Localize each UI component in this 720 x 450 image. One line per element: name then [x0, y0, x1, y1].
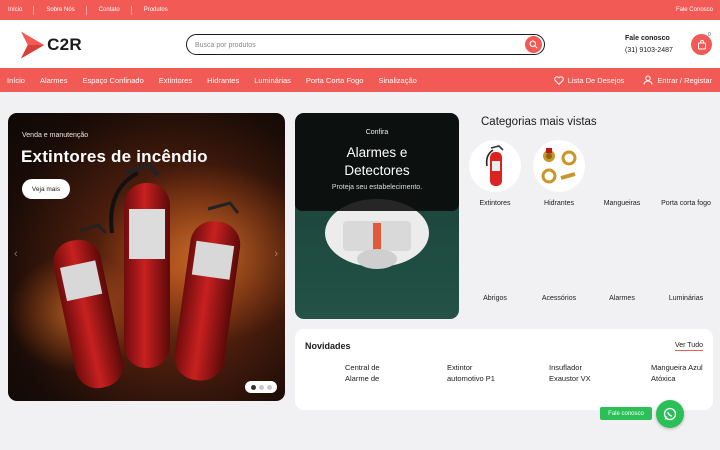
top-link-produtos[interactable]: Produtos	[140, 6, 179, 15]
nav-item-sinalizacao[interactable]: Sinalização	[378, 76, 416, 85]
nav-item-alarmes[interactable]: Alarmes	[40, 76, 68, 85]
nav-items: Início Alarmes Espaço Confinado Extintor…	[7, 68, 432, 92]
promo-alarm-card[interactable]: Confira Alarmes e Detectores Proteja seu…	[295, 113, 459, 319]
promo-subtitle: Proteja seu estabelecimento.	[331, 184, 423, 191]
search-icon	[529, 40, 538, 49]
logo-mark-icon	[20, 30, 45, 59]
whatsapp-button[interactable]	[656, 400, 684, 428]
hero-banner[interactable]: Venda e manutenção Extintores de incêndi…	[8, 113, 285, 401]
categories-title: Categorias mais vistas	[481, 116, 597, 128]
top-contact-link[interactable]: Fale Conosco	[676, 0, 713, 20]
hydrant-valve-icon	[541, 148, 577, 184]
hero-prev-arrow-icon[interactable]: ‹	[14, 248, 18, 260]
cart-count: 0	[708, 32, 711, 38]
category-abrigos[interactable]: Abrigos	[467, 235, 523, 304]
heart-icon	[553, 75, 564, 85]
hero-cta-button[interactable]: Veja mais	[22, 179, 70, 199]
header-contact: Fale conosco (31) 9103-2487	[625, 33, 673, 57]
search-button[interactable]	[525, 36, 542, 53]
category-label: Acessórios	[541, 295, 577, 302]
category-porta-corta-fogo[interactable]: Porta corta fogo	[658, 140, 714, 209]
search-input[interactable]	[195, 38, 515, 52]
category-image	[469, 140, 521, 192]
header-contact-phone[interactable]: (31) 9103-2487	[625, 45, 673, 57]
category-label: Alarmes	[609, 295, 635, 302]
category-label: Hidrantes	[544, 200, 574, 207]
category-image	[660, 140, 712, 192]
login-label: Entrar / Registar	[657, 75, 712, 85]
promo-title-line2: Detectores	[344, 163, 410, 178]
category-image	[596, 140, 648, 192]
see-all-link[interactable]: Ver Tudo	[674, 342, 703, 351]
news-title: Novidades	[305, 341, 351, 351]
news-section: Novidades Ver Tudo Central de Alarme de …	[295, 329, 713, 410]
category-label: Mangueiras	[603, 200, 641, 207]
nav-item-luminarias[interactable]: Luminárias	[254, 76, 291, 85]
category-label: Abrigos	[483, 295, 507, 302]
product-card[interactable]: Extintor automotivo P1	[447, 362, 507, 384]
logo-text: C2R	[47, 34, 82, 54]
search-bar	[186, 34, 545, 55]
category-image	[469, 235, 521, 287]
header-contact-title: Fale conosco	[625, 35, 670, 42]
category-label: Luminárias	[668, 295, 704, 302]
category-alarmes[interactable]: Alarmes	[594, 235, 650, 304]
shopping-bag-icon	[697, 39, 706, 49]
category-luminarias[interactable]: Luminárias	[658, 235, 714, 304]
wishlist-label: Lista De Desejos	[567, 75, 625, 85]
category-label: Porta corta fogo	[661, 200, 711, 207]
user-icon	[643, 75, 653, 85]
hero-dot-2[interactable]	[258, 384, 264, 390]
category-extintores[interactable]: Extintores	[467, 140, 523, 209]
product-card[interactable]: Central de Alarme de	[345, 362, 405, 384]
login-link[interactable]: Entrar / Registar	[643, 75, 712, 85]
product-card[interactable]: Insuflador Exaustor VX	[549, 362, 609, 384]
chat-label[interactable]: Fale conosco	[600, 407, 652, 420]
fire-extinguisher-icon	[485, 145, 504, 186]
whatsapp-icon	[663, 407, 677, 421]
header: C2R Fale conosco (31) 9103-2487 0	[0, 20, 720, 68]
hero-dot-3[interactable]	[266, 384, 272, 390]
hero-pagination	[245, 381, 277, 393]
wishlist-link[interactable]: Lista De Desejos	[553, 75, 625, 85]
promo-title-line1: Alarmes e	[346, 145, 408, 160]
top-links: Início Sobre Nós Contato Produtos	[4, 0, 187, 20]
nav-item-hidrantes[interactable]: Hidrantes	[207, 76, 239, 85]
nav-account: Lista De Desejos Entrar / Registar	[535, 68, 712, 92]
main-nav: Início Alarmes Espaço Confinado Extintor…	[0, 68, 720, 92]
nav-item-porta-corta-fogo[interactable]: Porta Corta Fogo	[306, 76, 364, 85]
product-card[interactable]: Mangueira Azul Atóxica	[651, 362, 711, 384]
hero-title: Extintores de incêndio	[21, 147, 208, 166]
promo-title: Alarmes e Detectores	[295, 144, 459, 180]
category-image	[533, 140, 585, 192]
nav-item-extintores[interactable]: Extintores	[159, 76, 192, 85]
category-label: Extintores	[479, 200, 511, 207]
category-image	[596, 235, 648, 287]
hero-dot-1[interactable]	[250, 384, 256, 390]
top-link-inicio[interactable]: Início	[4, 5, 35, 15]
top-link-contato[interactable]: Contato	[95, 5, 132, 15]
nav-item-espaco-confinado[interactable]: Espaço Confinado	[82, 76, 143, 85]
top-link-sobre[interactable]: Sobre Nós	[42, 5, 87, 15]
logo[interactable]: C2R	[20, 29, 82, 60]
category-mangueiras[interactable]: Mangueiras	[594, 140, 650, 209]
category-hidrantes[interactable]: Hidrantes	[531, 140, 587, 209]
category-acessorios[interactable]: Acessórios	[531, 235, 587, 304]
promo-eyebrow: Confira	[365, 129, 389, 136]
hero-next-arrow-icon[interactable]: ›	[274, 248, 278, 260]
hero-eyebrow: Venda e manutenção	[22, 132, 89, 139]
category-image	[660, 235, 712, 287]
top-bar: Início Sobre Nós Contato Produtos Fale C…	[0, 0, 720, 20]
category-image	[533, 235, 585, 287]
nav-item-inicio[interactable]: Início	[7, 76, 25, 85]
